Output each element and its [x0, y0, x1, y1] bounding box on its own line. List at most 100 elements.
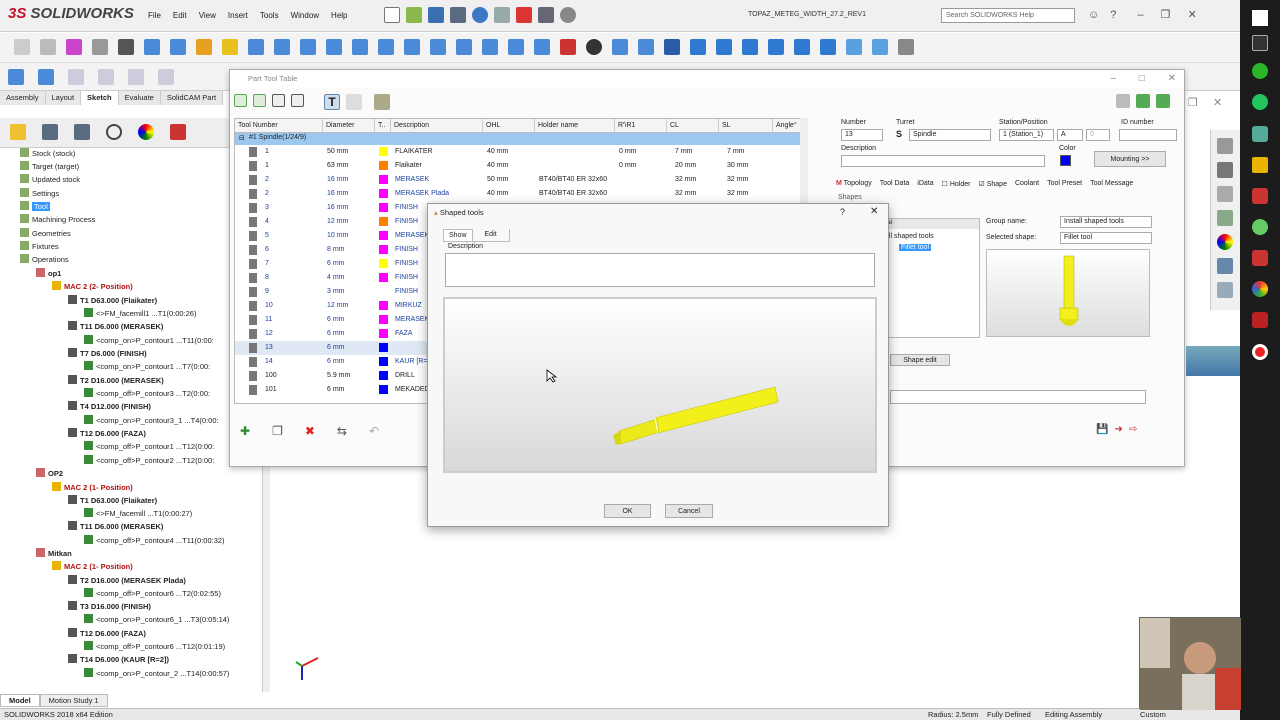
tree-item[interactable]: <comp_off>P_contour6 ...T12(0:01:19) [84, 641, 225, 653]
arc-icon[interactable] [352, 39, 368, 55]
line-tool-icon[interactable] [68, 69, 84, 85]
tree-item[interactable]: Mitkan [36, 548, 72, 560]
menu-insert[interactable]: Insert [228, 11, 248, 20]
tree-item[interactable]: T4 D12.000 (FINISH) [68, 401, 151, 413]
file-explorer-icon[interactable] [1217, 186, 1233, 202]
shapes-tree-fillet[interactable]: Fillet tool [899, 244, 932, 251]
tab-sketch[interactable]: Sketch [81, 91, 119, 105]
tree-item[interactable]: T1 D63.000 (Flaikater) [68, 495, 157, 507]
tree-item[interactable]: Tool [20, 201, 50, 213]
line-icon[interactable] [170, 39, 186, 55]
view-details-icon[interactable] [253, 94, 266, 107]
filter3-icon[interactable] [66, 39, 82, 55]
appearances-icon[interactable] [1217, 234, 1233, 250]
view-back-icon[interactable] [768, 39, 784, 55]
tab-edit[interactable]: Edit [472, 229, 510, 242]
tab-tool-preset[interactable]: Tool Preset [1047, 180, 1082, 188]
tree-item[interactable]: T11 D6.000 (MERASEK) [68, 321, 163, 333]
plane-icon[interactable] [430, 39, 446, 55]
view-top-icon[interactable] [716, 39, 732, 55]
view-grid-icon[interactable] [291, 94, 304, 107]
station-letter-select[interactable]: A [1057, 129, 1083, 141]
tab-layout[interactable]: Layout [45, 91, 82, 105]
group-name-field[interactable]: Install shaped tools [1060, 216, 1152, 228]
close-icon[interactable]: ✕ [1188, 9, 1197, 21]
undo-icon[interactable] [472, 7, 488, 23]
shaped-tools-close-icon[interactable]: ✕ [870, 206, 878, 217]
shaped-tools-help-icon[interactable]: ? [840, 207, 845, 217]
station-select[interactable]: 1 (Station_1) [999, 129, 1054, 141]
col-diameter[interactable]: Diameter [323, 119, 375, 133]
menu-help[interactable]: Help [331, 11, 347, 20]
tree-item[interactable]: Target (target) [20, 161, 79, 173]
tree-item[interactable]: T1 D63.000 (Flaikater) [68, 295, 157, 307]
save-icon[interactable] [428, 7, 444, 23]
view-front-icon[interactable] [690, 39, 706, 55]
status-units[interactable]: Custom [1140, 710, 1166, 719]
export-icon[interactable]: ➜ [1114, 424, 1122, 435]
tree-item[interactable]: T2 D16.000 (MERASEK Plada) [68, 575, 186, 587]
exit-icon[interactable]: ⇨ [1129, 424, 1137, 435]
tab-show[interactable]: Show [443, 229, 473, 242]
user-icon[interactable]: ☺ [1088, 9, 1099, 21]
tree-item[interactable]: T12 D6.000 (FAZA) [68, 428, 146, 440]
filter2-icon[interactable] [40, 39, 56, 55]
tab-coolant[interactable]: Coolant [1015, 180, 1039, 188]
tree-item[interactable]: <comp_on>P_contour6_1 ...T3(0:05:14) [84, 614, 229, 626]
sketch-icon[interactable] [8, 69, 24, 85]
open-icon[interactable] [406, 7, 422, 23]
property-manager-icon[interactable] [42, 124, 58, 140]
vertex-icon[interactable] [456, 39, 472, 55]
ptt-minimize-icon[interactable]: – [1110, 73, 1116, 84]
print-icon[interactable] [450, 7, 466, 23]
tab-idata[interactable]: iData [917, 180, 933, 188]
view-iso-icon[interactable] [846, 39, 862, 55]
tree-item[interactable]: Geometries [20, 228, 71, 240]
delete-tool-icon[interactable]: ✖ [305, 424, 315, 438]
axis-icon[interactable] [482, 39, 498, 55]
tree-item[interactable]: Stock (stock) [20, 148, 75, 160]
tree-item[interactable]: <comp_off>P_contour4 ...T11(0:00:32) [84, 535, 225, 547]
view-left-icon[interactable] [794, 39, 810, 55]
selected-shape-field[interactable]: Fillet tool [1060, 232, 1152, 244]
menu-window[interactable]: Window [291, 11, 319, 20]
curve-icon[interactable] [274, 39, 290, 55]
custom-properties-icon[interactable] [1217, 258, 1233, 274]
tab-evaluate[interactable]: Evaluate [118, 91, 161, 105]
tree-item[interactable]: Settings [20, 188, 59, 200]
filter-off-icon[interactable] [346, 94, 362, 110]
view-normal-icon[interactable] [872, 39, 888, 55]
tree-item[interactable]: T12 D6.000 (FAZA) [68, 628, 146, 640]
tree-item[interactable]: MAC 2 (1- Position) [52, 561, 133, 573]
chain-icon[interactable] [326, 39, 342, 55]
copy-tool-icon[interactable]: ❐ [272, 424, 283, 438]
origin-icon[interactable] [378, 39, 394, 55]
solidworks-taskbar-icon[interactable] [1252, 188, 1268, 204]
bg-close-icon[interactable]: ✕ [1213, 97, 1222, 109]
tab-motion-study[interactable]: Motion Study 1 [39, 694, 108, 707]
tree-item[interactable]: MAC 2 (2- Position) [52, 281, 133, 293]
options-gear-icon[interactable] [560, 7, 576, 23]
tree-item[interactable]: Fixtures [20, 241, 59, 253]
tab-holder[interactable]: ☐ Holder [942, 180, 971, 188]
undo-tool-icon[interactable]: ↶ [369, 424, 379, 438]
bg-restore-icon[interactable]: ❐ [1188, 97, 1198, 109]
windows-icon[interactable] [1252, 10, 1268, 26]
tab-assembly[interactable]: Assembly [0, 91, 46, 105]
col-tool-number[interactable]: Tool Number [235, 119, 323, 133]
dimxpert-icon[interactable] [106, 124, 122, 140]
rebuild-icon[interactable] [516, 7, 532, 23]
measure-icon[interactable] [898, 39, 914, 55]
record-icon[interactable] [1252, 344, 1268, 360]
app-gear-icon[interactable] [1252, 219, 1268, 235]
view-palette-icon[interactable] [1217, 210, 1233, 226]
sketch-icon[interactable] [404, 39, 420, 55]
mirror-icon[interactable] [508, 39, 524, 55]
tab-model[interactable]: Model [0, 694, 40, 707]
tree-item[interactable]: Updated stock [20, 174, 80, 186]
col-ohl[interactable]: OHL [483, 119, 535, 133]
whatsapp-icon[interactable] [1252, 63, 1268, 79]
menu-view[interactable]: View [199, 11, 216, 20]
tool-info-icon[interactable] [1156, 94, 1170, 108]
file-properties-icon[interactable] [538, 7, 554, 23]
